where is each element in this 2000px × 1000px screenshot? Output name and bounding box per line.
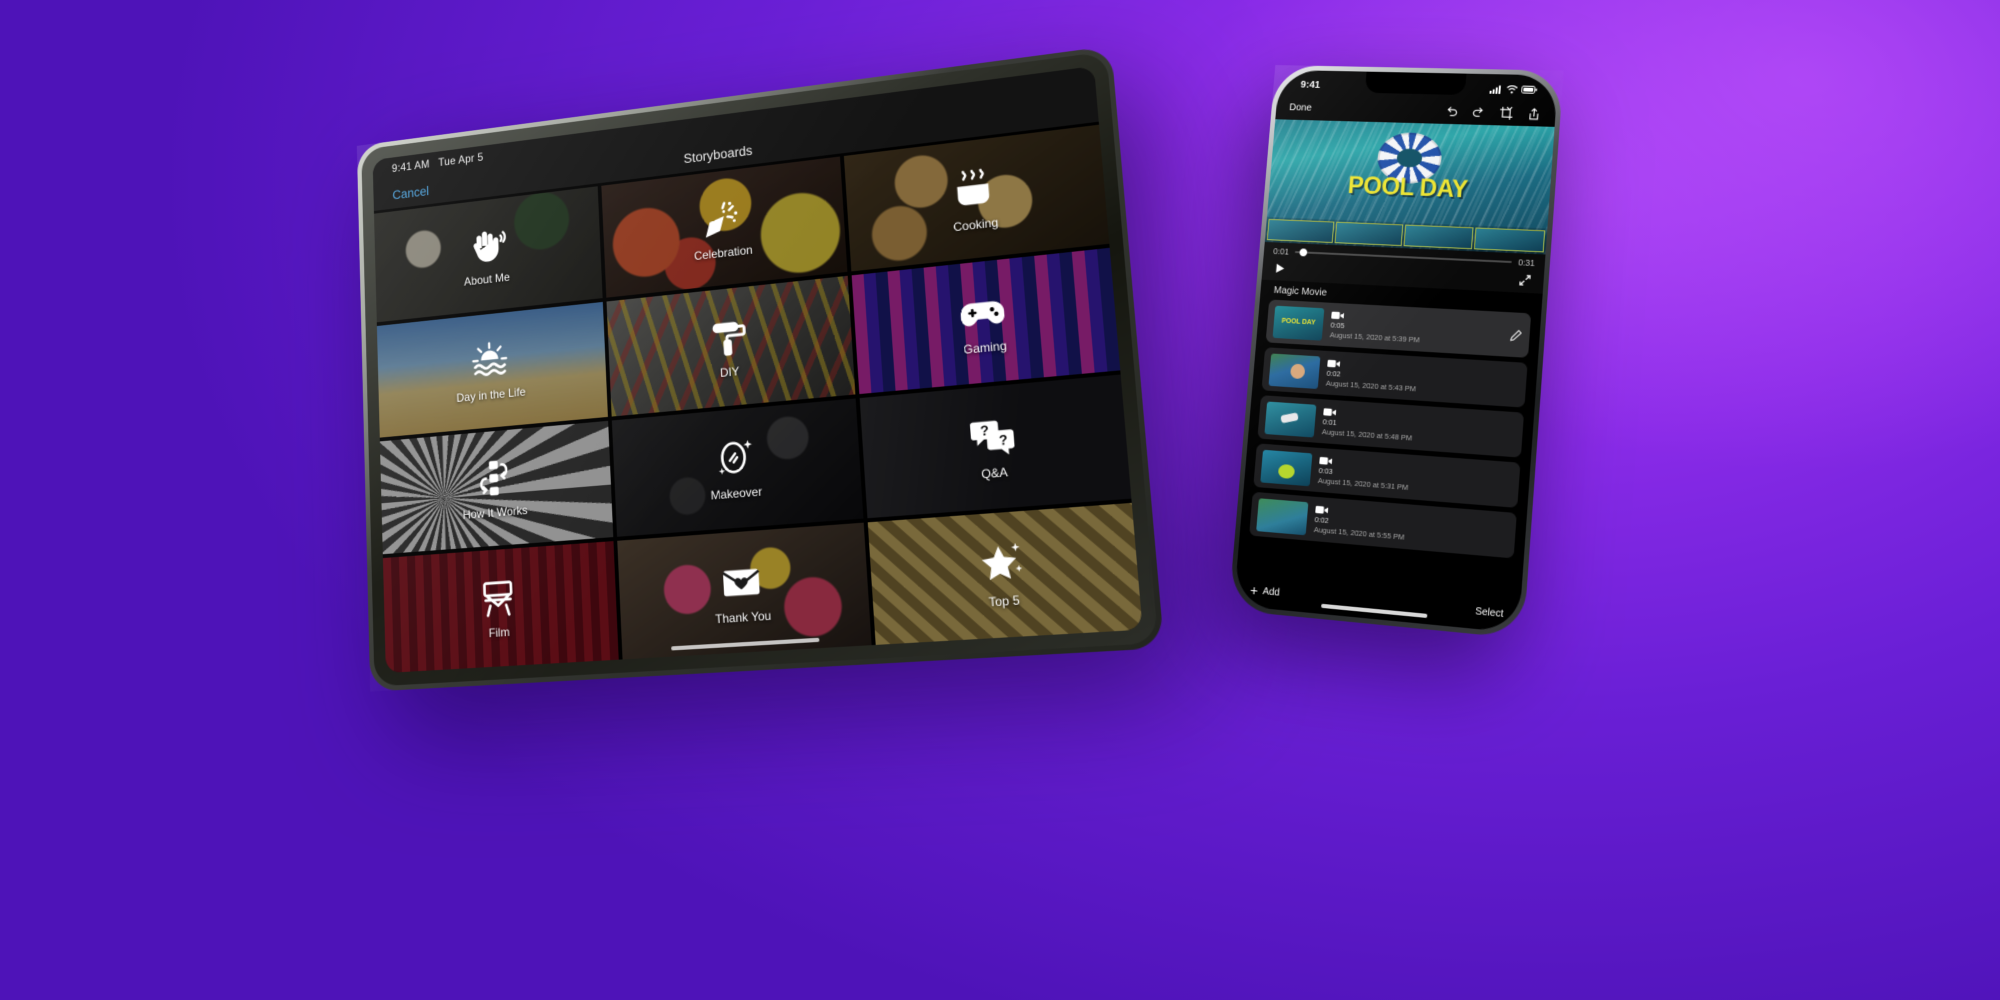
expand-icon[interactable] <box>1518 273 1532 287</box>
select-button[interactable]: Select <box>1475 605 1504 619</box>
tile-label: DIY <box>719 364 740 380</box>
storyboard-tile[interactable]: Gaming <box>851 248 1121 394</box>
clip-thumbnail <box>1260 449 1313 486</box>
filmstrip-frame <box>1334 221 1404 247</box>
total-time: 0:31 <box>1517 257 1536 269</box>
storyboard-tile[interactable]: Top 5 <box>867 502 1143 645</box>
video-camera-icon <box>1327 359 1341 367</box>
clip-thumbnail <box>1264 401 1317 438</box>
party-popper-icon <box>698 194 744 243</box>
flow-steps-icon <box>472 455 515 503</box>
storyboard-tile[interactable]: Day in the Life <box>376 302 608 438</box>
battery-icon <box>1521 86 1538 94</box>
clip-metadata: 0:01 August 15, 2020 at 5:48 PM <box>1322 407 1517 450</box>
ipad-body: 9:41 AM Tue Apr 5 Cancel Storyboards Abo… <box>356 45 1165 692</box>
filmstrip-frame <box>1266 218 1335 244</box>
scrubber-track[interactable] <box>1294 248 1513 264</box>
current-time: 0:01 <box>1272 246 1290 257</box>
editor-tool-icons <box>1444 104 1542 121</box>
video-camera-icon <box>1315 505 1329 513</box>
tile-label: Film <box>488 625 510 641</box>
ipad-screen: 9:41 AM Tue Apr 5 Cancel Storyboards Abo… <box>372 66 1143 673</box>
filmstrip-frame <box>1473 227 1546 253</box>
storyboard-tile[interactable]: Film <box>382 540 619 673</box>
svg-text:?: ? <box>998 433 1008 449</box>
ipad-date: Tue Apr 5 <box>438 152 484 169</box>
sunrise-water-icon <box>468 337 511 385</box>
storyboard-tile[interactable]: Makeover <box>611 397 864 537</box>
storyboard-tile[interactable]: Thank You <box>617 522 872 660</box>
clip-metadata: 0:05 August 15, 2020 at 5:39 PM <box>1330 310 1503 348</box>
speech-bubbles-icon: ?? <box>966 411 1017 463</box>
storyboards-grid: About Me Celebration Cooking Day in the Lif… <box>373 121 1143 673</box>
ipad-clock: 9:41 AM <box>391 159 430 175</box>
video-preview[interactable]: POOL DAY <box>1264 119 1555 255</box>
status-icons <box>1489 84 1538 94</box>
redo-icon[interactable] <box>1471 105 1487 120</box>
play-icon[interactable] <box>1273 262 1286 275</box>
filmstrip-frame <box>1403 224 1474 250</box>
storyboard-tile[interactable]: How It Works <box>379 420 614 554</box>
ipad-device: 9:41 AM Tue Apr 5 Cancel Storyboards Abo… <box>356 45 1165 692</box>
mirror-sparkle-icon <box>711 434 758 484</box>
heart-envelope-icon <box>717 557 765 607</box>
edit-pencil-icon[interactable] <box>1509 328 1523 342</box>
clip-metadata: 0:03 August 15, 2020 at 5:31 PM <box>1318 455 1513 499</box>
clip-thumbnail <box>1272 305 1325 341</box>
clip-thumbnail <box>1268 352 1321 389</box>
clip-metadata: 0:02 August 15, 2020 at 5:55 PM <box>1314 504 1510 550</box>
steaming-pot-icon <box>948 164 998 215</box>
waving-hands-icon <box>465 222 507 270</box>
scrubber-knob[interactable] <box>1298 248 1308 257</box>
float-hole <box>1396 148 1423 168</box>
iphone-notch <box>1364 71 1467 96</box>
undo-icon[interactable] <box>1444 104 1460 119</box>
cellular-icon <box>1489 85 1501 94</box>
crop-icon[interactable] <box>1498 105 1514 120</box>
plus-icon: + <box>1249 581 1259 599</box>
wifi-icon <box>1506 85 1518 93</box>
iphone-body: 9:41 Done POOL DAY 0:01 0:31 Magic Movie… <box>1228 65 1564 639</box>
clip-list[interactable]: 0:05August 15, 2020 at 5:39 PM 0:02August… <box>1236 299 1542 604</box>
video-camera-icon <box>1323 407 1337 416</box>
iphone-device: 9:41 Done POOL DAY 0:01 0:31 Magic Movie… <box>1228 65 1564 639</box>
tile-label: Top 5 <box>988 593 1021 611</box>
star-sparkle-icon <box>975 539 1027 591</box>
video-camera-icon <box>1331 311 1345 319</box>
tile-label: Q&A <box>980 464 1009 482</box>
iphone-clock: 9:41 <box>1300 78 1321 91</box>
share-icon[interactable] <box>1526 106 1542 121</box>
video-camera-icon <box>1319 456 1333 465</box>
svg-text:?: ? <box>980 423 990 439</box>
paint-roller-icon <box>705 313 752 363</box>
add-label: Add <box>1262 585 1281 599</box>
storyboard-tile[interactable]: ?? Q&A <box>859 374 1132 518</box>
clip-metadata: 0:02 August 15, 2020 at 5:43 PM <box>1326 358 1520 399</box>
done-button[interactable]: Done <box>1289 102 1312 113</box>
storyboard-tile[interactable]: DIY <box>606 276 856 417</box>
iphone-screen: 9:41 Done POOL DAY 0:01 0:31 Magic Movie… <box>1233 69 1559 634</box>
clip-thumbnail <box>1256 497 1309 535</box>
game-controller-icon <box>957 286 1008 337</box>
directors-chair-icon <box>476 574 520 622</box>
add-clip-button[interactable]: + Add <box>1249 581 1281 600</box>
